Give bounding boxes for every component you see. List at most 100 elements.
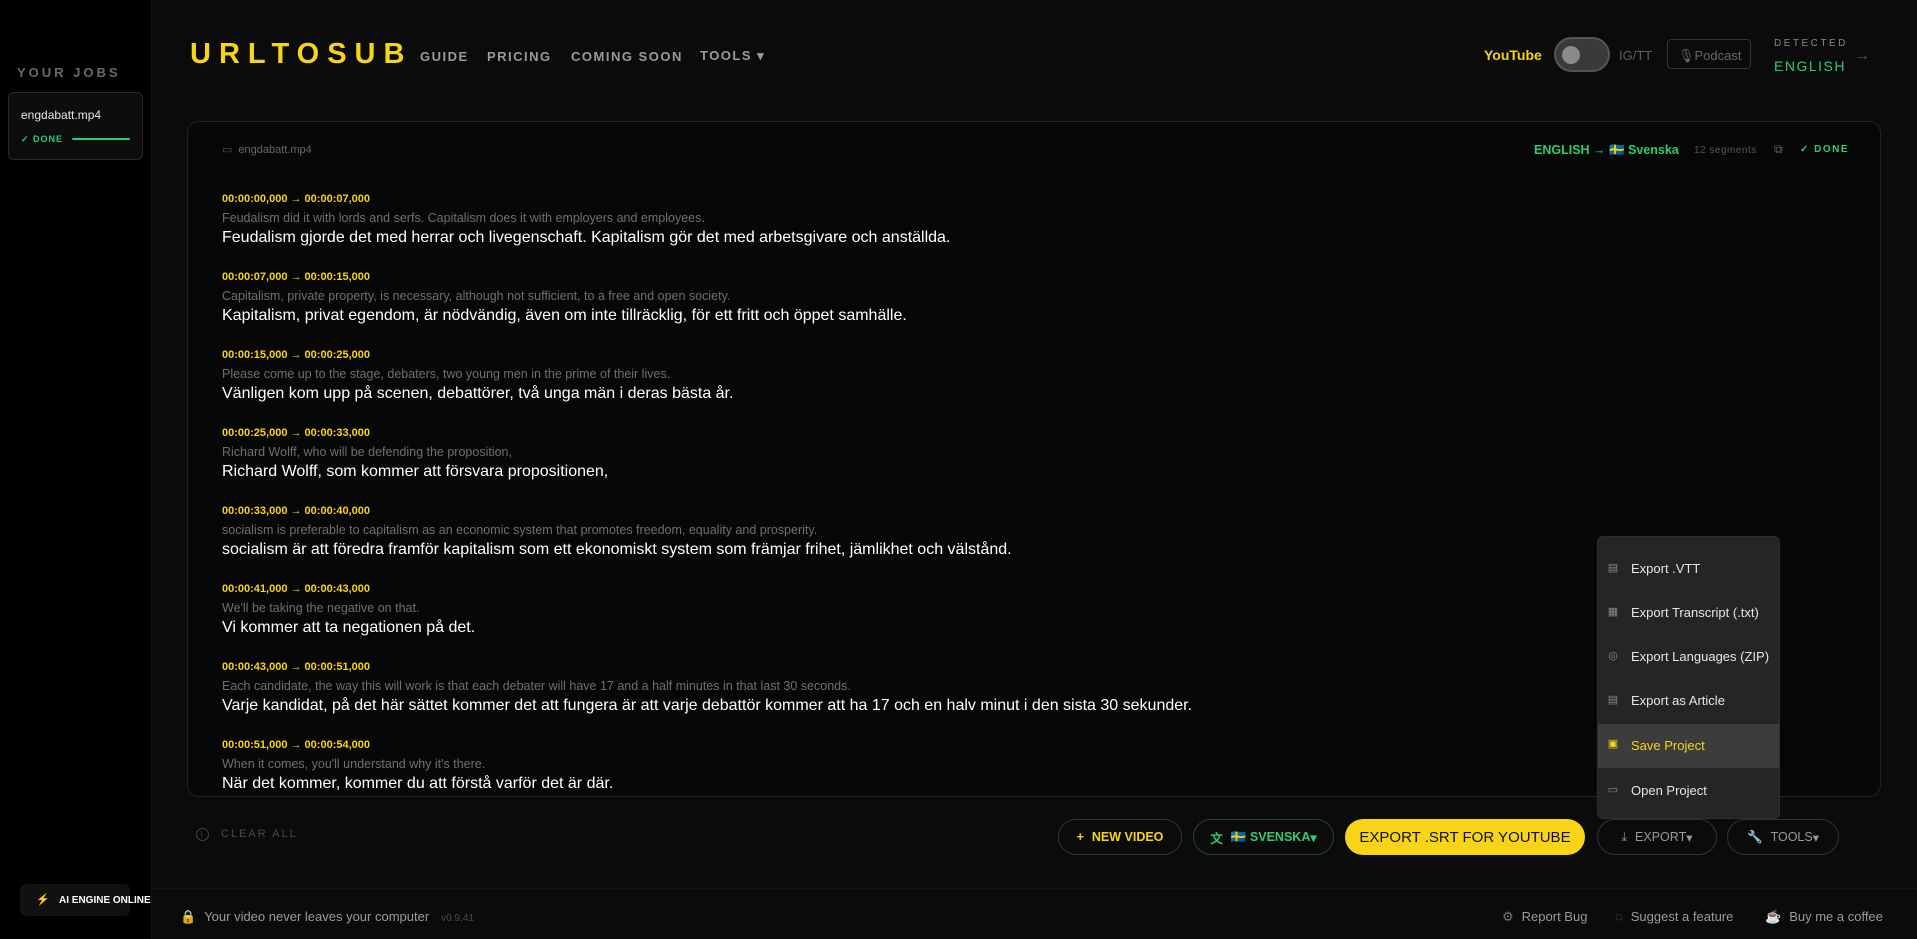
copy-icon[interactable]: ⧉ xyxy=(1774,142,1783,157)
nav-coming-soon[interactable]: COMING SOON xyxy=(571,49,683,64)
menu-item-label: Export Languages (ZIP) xyxy=(1631,649,1770,664)
segment-source: We'll be taking the negative on that. xyxy=(222,601,420,615)
panel-status: ✓ DONE xyxy=(1800,144,1850,155)
segment-time: 00:00:00,000 → 00:00:07,000 xyxy=(222,193,370,205)
subtitle-segment: 00:00:43,000 → 00:00:51,000 Each candida… xyxy=(222,661,1192,715)
segment-translation[interactable]: När det kommer, kommer du att förstå var… xyxy=(222,775,613,793)
segment-translation[interactable]: socialism är att föredra framför kapital… xyxy=(222,541,1012,559)
source-igtt-label[interactable]: IG/TT xyxy=(1619,48,1652,63)
segment-source: Capitalism, private property, is necessa… xyxy=(222,289,731,303)
plus-icon: + xyxy=(1076,830,1084,844)
report-bug-link[interactable]: ⚙ Report Bug xyxy=(1502,909,1587,925)
segment-time: 00:00:07,000 → 00:00:15,000 xyxy=(222,271,370,283)
version-label: v0.9.41 xyxy=(441,913,474,924)
bolt-icon: ⚡ xyxy=(36,894,50,906)
menu-item-label: Open Project xyxy=(1631,783,1707,798)
menu-item-label: Export Transcript (.txt) xyxy=(1631,605,1759,620)
coffee-icon: ☕ xyxy=(1765,909,1782,924)
app-logo[interactable]: URLTOSUB xyxy=(190,38,412,71)
translate-icon: 文 xyxy=(1210,831,1223,846)
subtitle-segment: 00:00:41,000 → 00:00:43,000 We'll be tak… xyxy=(222,583,475,637)
caret-down-icon: ▾ xyxy=(1812,830,1819,845)
export-srt-button[interactable]: EXPORT .SRT FOR YOUTUBE xyxy=(1345,819,1585,855)
menu-item-label: Export .VTT xyxy=(1631,561,1701,576)
menu-item-label: Save Project xyxy=(1631,738,1705,753)
file-label: ▭ engdabatt.mp4 xyxy=(222,143,312,156)
tools-dropdown-button[interactable]: 🔧 TOOLS ▾ xyxy=(1727,819,1839,855)
detected-language: ENGLISH xyxy=(1774,58,1846,74)
subtitle-segment: 00:00:15,000 → 00:00:25,000 Please come … xyxy=(222,349,733,403)
privacy-text: Your video never leaves your computer xyxy=(204,909,430,924)
menu-export-languages[interactable]: ◎ Export Languages (ZIP) xyxy=(1598,636,1779,678)
segment-time: 00:00:43,000 → 00:00:51,000 xyxy=(222,661,370,673)
nav-tools-dropdown[interactable]: TOOLS ▾ xyxy=(700,48,765,64)
segment-translation[interactable]: Vänligen kom upp på scenen, debattörer, … xyxy=(222,385,733,403)
language-select-button[interactable]: 文 🇸🇪 SVENSKA ▾ xyxy=(1193,819,1334,855)
source-youtube-label[interactable]: YouTube xyxy=(1484,47,1542,63)
segment-source: Please come up to the stage, debaters, t… xyxy=(222,367,671,381)
podcast-button[interactable]: 🎙Podcast xyxy=(1667,39,1751,69)
report-bug-label: Report Bug xyxy=(1521,909,1588,924)
new-video-button[interactable]: + NEW VIDEO xyxy=(1058,819,1182,855)
caret-down-icon: ▾ xyxy=(1310,830,1317,845)
film-icon: ▭ xyxy=(222,144,233,156)
caret-down-icon: ▾ xyxy=(1686,830,1693,845)
nav-pricing[interactable]: PRICING xyxy=(487,49,552,64)
engine-status-badge: ⚡ AI ENGINE ONLINE xyxy=(20,884,151,916)
toggle-knob xyxy=(1562,46,1580,64)
jobs-title: YOUR JOBS xyxy=(17,65,121,80)
suggest-feature-link[interactable]: ◌ Suggest a feature xyxy=(1615,909,1733,924)
privacy-note: 🔒 Your video never leaves your computer v0… xyxy=(180,909,474,925)
mic-icon: 🎙 xyxy=(1678,48,1695,63)
file-name: engdabatt.mp4 xyxy=(238,144,312,156)
menu-export-transcript[interactable]: ▦ Export Transcript (.txt) xyxy=(1598,592,1779,634)
segment-translation[interactable]: Varje kandidat, på det här sättet kommer… xyxy=(222,697,1192,715)
bug-icon: ⚙ xyxy=(1502,909,1514,924)
segment-translation[interactable]: Richard Wolff, som kommer att försvara p… xyxy=(222,463,608,481)
folder-icon: ▭ xyxy=(1607,784,1619,796)
clear-all-button[interactable]: i CLEAR ALL xyxy=(196,828,298,841)
menu-save-project[interactable]: ▣ Save Project xyxy=(1598,724,1779,768)
segment-source: socialism is preferable to capitalism as… xyxy=(222,523,818,537)
footer: 🔒 Your video never leaves your computer v0… xyxy=(152,888,1917,939)
detected-label: DETECTED xyxy=(1774,38,1848,49)
subtitle-segment: 00:00:00,000 → 00:00:07,000 Feudalism di… xyxy=(222,193,950,247)
language-pair: ENGLISH → 🇸🇪 Svenska xyxy=(1534,143,1679,157)
globe-icon: ◎ xyxy=(1608,650,1618,662)
arrow-right-icon[interactable]: → xyxy=(1854,47,1870,65)
segment-translation[interactable]: Feudalism gjorde det med herrar och live… xyxy=(222,229,950,247)
jobs-sidebar: YOUR JOBS engdabatt.mp4 ✓ DONE ⚡ AI ENGI… xyxy=(0,0,152,939)
segment-source: Richard Wolff, who will be defending the… xyxy=(222,445,512,459)
suggest-feature-label: Suggest a feature xyxy=(1630,909,1734,924)
nav-guide[interactable]: GUIDE xyxy=(420,49,469,64)
segment-time: 00:00:25,000 → 00:00:33,000 xyxy=(222,427,370,439)
download-icon: ⤓ xyxy=(1621,829,1628,844)
segment-translation[interactable]: Vi kommer att ta negationen på det. xyxy=(222,619,475,637)
buy-coffee-link[interactable]: ☕ Buy me a coffee xyxy=(1765,909,1883,925)
job-status: ✓ DONE xyxy=(21,134,64,144)
segment-source: Each candidate, the way this will work i… xyxy=(222,679,851,693)
segment-time: 00:00:33,000 → 00:00:40,000 xyxy=(222,505,370,517)
language-label: 🇸🇪 SVENSKA xyxy=(1230,829,1311,844)
vtt-icon: ▤ xyxy=(1607,562,1619,574)
job-card[interactable]: engdabatt.mp4 ✓ DONE xyxy=(8,92,143,160)
segment-count: 12 segments xyxy=(1694,145,1757,156)
info-icon: i xyxy=(196,828,209,841)
menu-open-project[interactable]: ▭ Open Project xyxy=(1598,770,1779,812)
subtitle-segment: 00:00:33,000 → 00:00:40,000 socialism is… xyxy=(222,505,1012,559)
menu-export-article[interactable]: ▤ Export as Article xyxy=(1598,680,1779,722)
job-progress-bar xyxy=(72,138,130,140)
menu-export-vtt[interactable]: ▤ Export .VTT xyxy=(1598,548,1779,590)
new-video-label: NEW VIDEO xyxy=(1091,830,1164,844)
export-label: EXPORT xyxy=(1635,830,1687,844)
segment-translation[interactable]: Kapitalism, privat egendom, är nödvändig… xyxy=(222,307,907,325)
top-header: URLTOSUB GUIDE PRICING COMING SOON TOOLS… xyxy=(152,0,1917,110)
clear-all-label: CLEAR ALL xyxy=(221,828,298,840)
source-toggle[interactable] xyxy=(1554,37,1610,72)
job-name: engdabatt.mp4 xyxy=(21,108,102,122)
article-icon: ▤ xyxy=(1607,694,1619,706)
buy-coffee-label: Buy me a coffee xyxy=(1789,909,1883,924)
lightbulb-icon: ◌ xyxy=(1615,909,1623,924)
export-dropdown-button[interactable]: ⤓ EXPORT ▾ xyxy=(1597,819,1717,855)
subtitle-segment: 00:00:07,000 → 00:00:15,000 Capitalism, … xyxy=(222,271,907,325)
